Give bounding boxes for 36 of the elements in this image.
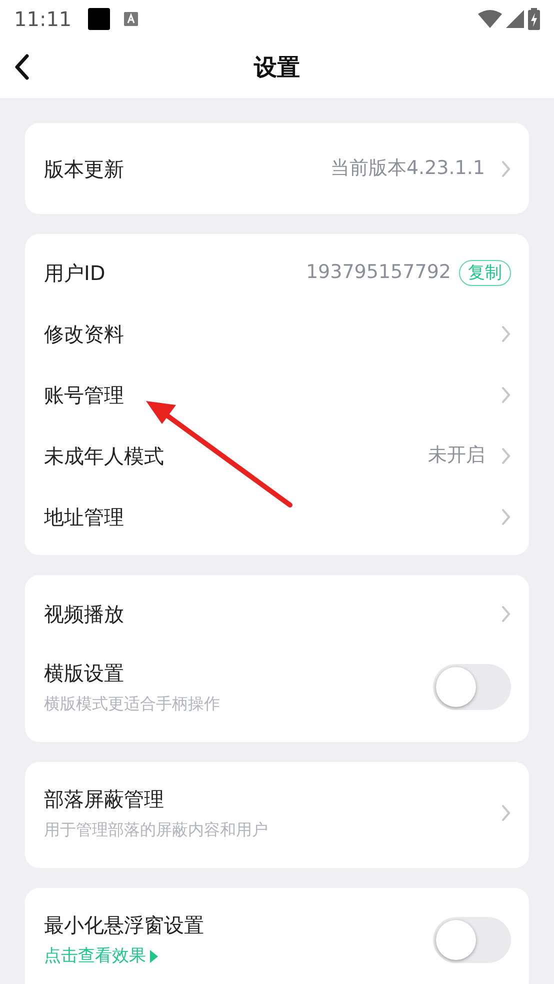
toggle-switch[interactable]: [433, 664, 511, 710]
wifi-icon: [478, 10, 502, 28]
play-icon: [150, 950, 158, 964]
chevron-icon: [501, 804, 511, 822]
setting-label: 最小化悬浮窗设置: [44, 912, 204, 939]
setting-label: 视频播放: [44, 600, 124, 628]
setting-description: 用于管理部落的屏蔽内容和用户: [44, 819, 268, 841]
chevron-icon: [501, 324, 511, 342]
setting-value: 未开启: [428, 443, 485, 468]
chevron-icon: [501, 508, 511, 526]
setting-label: 版本更新: [44, 156, 124, 182]
setting-label: 横版设置: [44, 660, 125, 687]
chevron-icon: [501, 160, 511, 178]
back-icon: [14, 54, 30, 80]
setting-label: 地址管理: [44, 504, 124, 530]
setting-description: 横版模式更适合手柄操作: [44, 693, 220, 715]
battery-icon: [528, 8, 540, 30]
setting-value: 当前版本4.23.1.1: [330, 156, 485, 182]
status-time: 11:11: [14, 6, 72, 33]
signal-icon: [506, 10, 524, 28]
copy-button[interactable]: 复制: [459, 260, 511, 286]
user-id-value: 193795157792: [306, 260, 451, 286]
notification-icon: [88, 8, 110, 30]
setting-label: 账号管理: [44, 382, 124, 408]
setting-label: 部落屏蔽管理: [44, 786, 165, 813]
page-title: 设置: [254, 54, 300, 83]
setting-label: 未成年人模式: [44, 442, 164, 470]
chevron-icon: [501, 386, 511, 404]
preview-link[interactable]: 点击查看效果: [44, 944, 204, 970]
chevron-icon: [501, 446, 511, 464]
toggle-switch[interactable]: [433, 916, 511, 963]
app-icon: [124, 12, 138, 26]
back-button[interactable]: [14, 54, 30, 80]
setting-label: 用户ID: [44, 260, 106, 286]
setting-label: 修改资料: [44, 320, 124, 348]
chevron-icon: [501, 604, 511, 622]
